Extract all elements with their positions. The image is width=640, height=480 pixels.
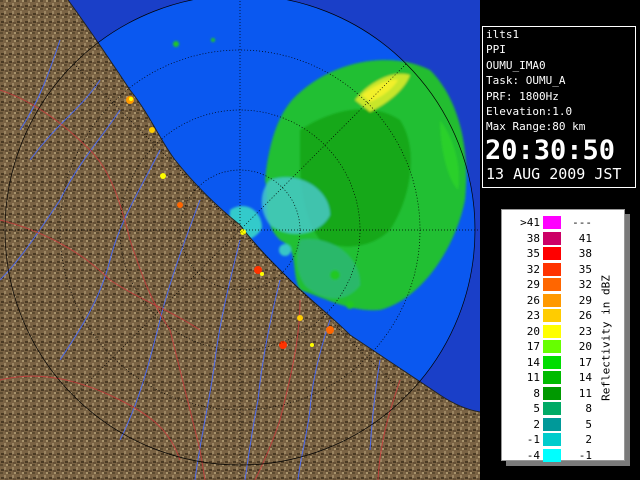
legend-high-value: 17 (578, 355, 592, 369)
legend-color-swatch (543, 309, 561, 322)
legend-low-value: 26 (526, 293, 540, 307)
legend-high-value: 5 (585, 417, 592, 431)
legend-color-swatch (543, 402, 561, 415)
legend-low-value: 35 (526, 247, 540, 260)
legend-color-swatch (543, 417, 561, 431)
legend-color-swatch (543, 340, 561, 353)
info-panel: ilts1 PPI OUMU_IMA0 Task: OUMU_A PRF: 18… (482, 26, 636, 188)
legend-color-swatch (543, 262, 561, 276)
task-label: Task: OUMU_A (486, 74, 566, 88)
legend-low-value: 11 (526, 371, 540, 384)
legend-high-value: 2 (585, 433, 592, 446)
scan-time: 20:30:50 (485, 134, 616, 166)
reflectivity-legend: >41 --- 38 41 35 38 32 35 29 32 26 29 23 26 20 23 17 20 14… (501, 209, 625, 463)
legend-row: 11 14 (512, 370, 592, 386)
legend-row: 8 11 (512, 386, 592, 402)
scan-date: 13 AUG 2009 JST (486, 164, 622, 183)
legend-row: 35 38 (512, 246, 592, 262)
legend-low-value: 20 (526, 324, 540, 338)
scan-mode: PPI (486, 43, 506, 57)
legend-row: -4 -1 (512, 448, 592, 464)
legend-low-value: -4 (526, 448, 540, 462)
legend-row: 32 35 (512, 262, 592, 278)
legend-low-value: 8 (533, 386, 540, 400)
legend-high-value: 8 (585, 402, 592, 415)
legend-low-value: 32 (526, 262, 540, 276)
legend-high-value: 20 (578, 340, 592, 353)
legend-high-value: -1 (578, 448, 592, 462)
legend-low-value: 17 (526, 340, 540, 353)
legend-row: >41 --- (512, 215, 592, 231)
legend-high-value: 29 (578, 293, 592, 307)
legend-low-value: 23 (526, 309, 540, 322)
legend-high-value: 14 (578, 371, 592, 384)
legend-high-value: 23 (578, 324, 592, 338)
elevation-label: Elevation:1.0 (486, 105, 573, 119)
legend-rows: >41 --- 38 41 35 38 32 35 29 32 26 29 23 26 20 23 17 20 14… (512, 215, 592, 463)
legend-color-swatch (543, 433, 561, 446)
legend-color-swatch (543, 371, 561, 384)
legend-low-value: 14 (526, 355, 540, 369)
legend-row: 14 17 (512, 355, 592, 371)
legend-color-swatch (543, 324, 561, 338)
legend-color-swatch (543, 247, 561, 260)
legend-caption-text: Reflectivity in dBZ (599, 275, 613, 401)
legend-color-swatch (543, 386, 561, 400)
max-range-label: Max Range:80 km (486, 120, 586, 134)
legend-caption: Reflectivity in dBZ (598, 258, 614, 418)
legend-high-value: 26 (578, 309, 592, 322)
legend-high-value: 38 (578, 247, 592, 260)
legend-high-value: 35 (578, 262, 592, 276)
radar-id: ilts1 (486, 28, 520, 41)
legend-high-value: --- (572, 216, 592, 229)
legend-color-swatch (543, 278, 561, 291)
legend-low-value: 2 (533, 417, 540, 431)
legend-low-value: -1 (526, 433, 540, 446)
legend-row: 17 20 (512, 339, 592, 355)
legend-low-value: 38 (526, 231, 540, 245)
legend-color-swatch (543, 216, 561, 229)
legend-row: -1 2 (512, 432, 592, 448)
legend-color-swatch (543, 231, 561, 245)
legend-row: 38 41 (512, 231, 592, 247)
legend-row: 26 29 (512, 293, 592, 309)
prf-label: PRF: 1800Hz (486, 89, 559, 103)
legend-row: 29 32 (512, 277, 592, 293)
legend-row: 25 (512, 417, 592, 433)
legend-high-value: 41 (578, 231, 592, 245)
radar-ppi-map (0, 0, 480, 480)
legend-low-value: 29 (526, 278, 540, 291)
legend-row: 23 26 (512, 308, 592, 324)
product-name: OUMU_IMA0 (486, 58, 546, 72)
legend-color-swatch (543, 355, 561, 369)
legend-row: 58 (512, 401, 592, 417)
legend-low-value: >41 (520, 216, 540, 229)
legend-low-value: 5 (533, 402, 540, 415)
legend-high-value: 11 (578, 386, 592, 400)
legend-high-value: 32 (578, 278, 592, 291)
legend-row: 20 23 (512, 324, 592, 340)
legend-color-swatch (543, 448, 561, 462)
legend-color-swatch (543, 293, 561, 307)
